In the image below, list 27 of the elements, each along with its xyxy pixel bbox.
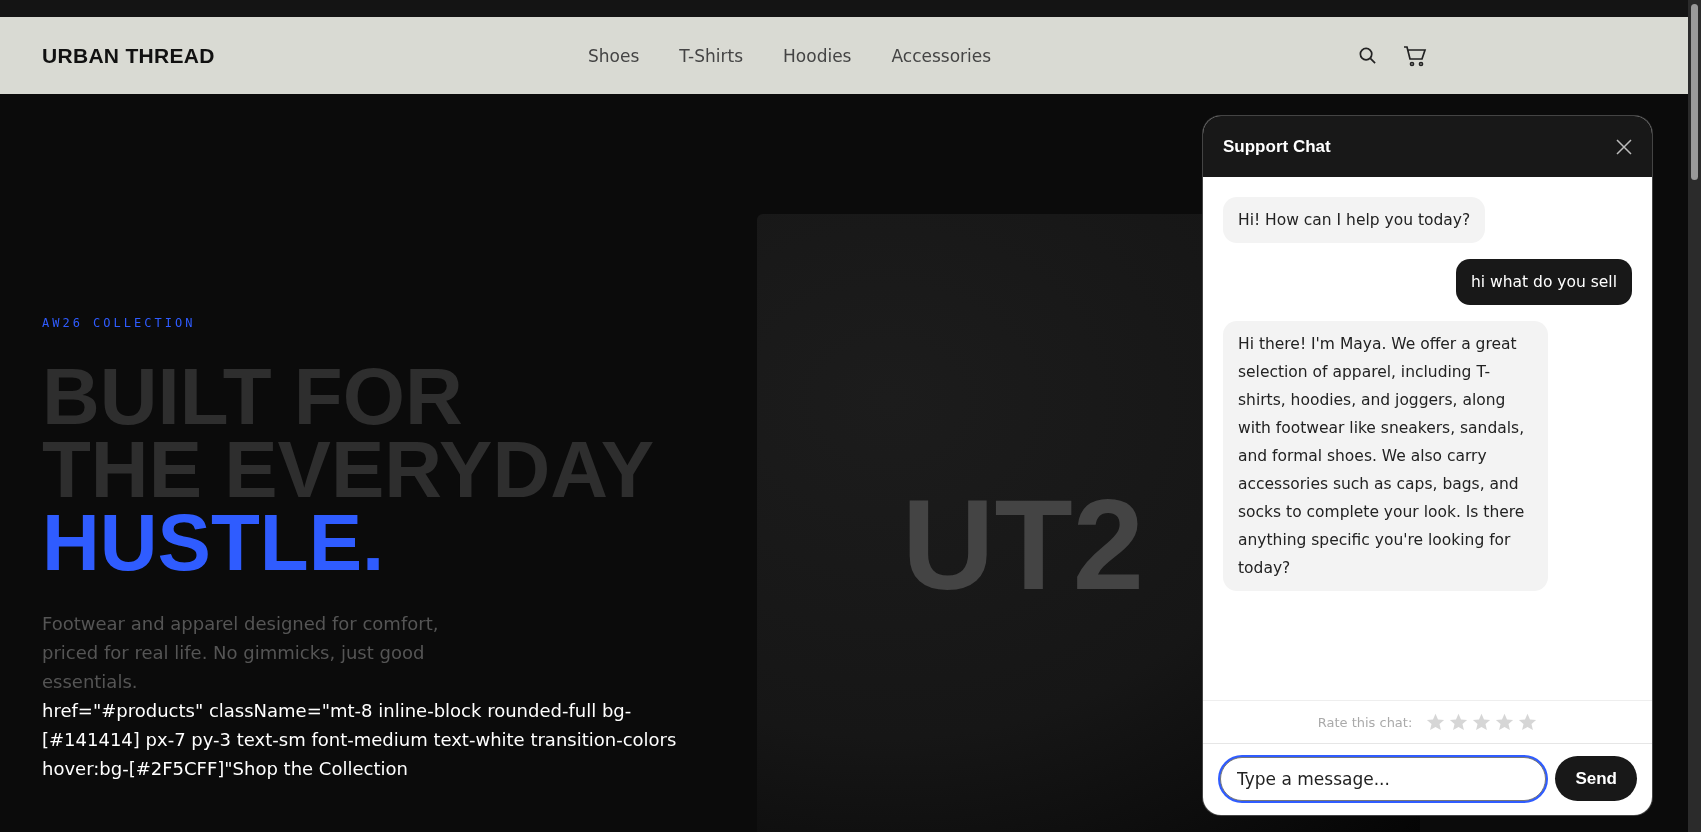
search-icon[interactable] xyxy=(1358,46,1377,65)
brand-logo[interactable]: URBAN THREAD xyxy=(42,43,588,68)
star-icon[interactable] xyxy=(1472,713,1492,731)
user-message: hi what do you sell xyxy=(1456,259,1632,305)
rating-label: Rate this chat: xyxy=(1317,714,1413,730)
send-button[interactable]: Send xyxy=(1555,756,1637,801)
bot-message: Hi there! I'm Maya. We offer a great selection of apparel, including T-shirts, hoodies, and joggers, along with footwear like sneakers, sandals, and formal shoes. We also carry accessories such as caps, bags, and socks to complete your look. Is there anything specific you're looking for today? xyxy=(1223,321,1548,591)
star-icon[interactable] xyxy=(1518,713,1538,731)
close-icon[interactable] xyxy=(1616,138,1632,155)
message-input[interactable]: Type a message... xyxy=(1220,756,1547,801)
bot-message: Hi! How can I help you today? xyxy=(1223,197,1486,243)
hero-description: Footwear and apparel designed for comfort, priced for real life. No gimmicks, just good essentials. xyxy=(42,612,440,694)
cart-icon[interactable] xyxy=(1403,44,1427,67)
star-rating[interactable] xyxy=(1426,713,1538,731)
scrollbar-thumb[interactable] xyxy=(1691,4,1698,180)
nav-link[interactable]: Accessories xyxy=(891,45,992,66)
raw-link-text[interactable]: href="#products" className="mt-8 inline-block rounded-full bg-[#141414] px-7 py-3 text-sm font-medium text-white transition-colors hover:bg-[#2F5CFF]"Shop the Collection xyxy=(42,696,722,783)
star-icon[interactable] xyxy=(1426,713,1446,731)
scrollbar[interactable] xyxy=(1688,0,1701,832)
star-icon[interactable] xyxy=(1449,713,1469,731)
nav-link[interactable]: T-Shirts xyxy=(679,45,744,66)
star-icon[interactable] xyxy=(1495,713,1515,731)
headline-accent: HUSTLE. xyxy=(42,506,386,579)
nav-link[interactable]: Hoodies xyxy=(783,45,852,66)
nav-link[interactable]: Shoes xyxy=(588,45,640,66)
chat-title: Support Chat xyxy=(1223,136,1331,157)
collection-label: AW26 COLLECTION xyxy=(42,316,197,330)
